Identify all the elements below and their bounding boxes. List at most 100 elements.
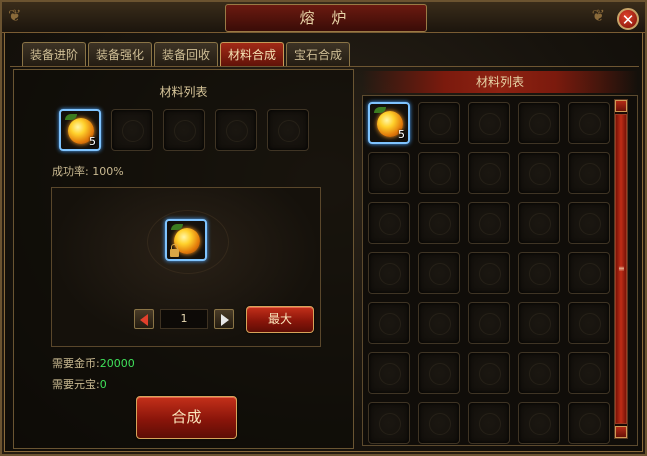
slot-ornament-icon xyxy=(379,263,401,285)
inventory-slot[interactable] xyxy=(568,402,610,444)
window-title: 熔 炉 xyxy=(225,4,427,32)
slot-ornament-icon xyxy=(529,213,551,235)
combine-button[interactable]: 合成 xyxy=(136,396,237,439)
inventory-slot[interactable] xyxy=(568,202,610,244)
inventory-slot[interactable] xyxy=(418,152,460,194)
slot-ornament-icon xyxy=(429,263,451,285)
inventory-slot[interactable] xyxy=(368,202,410,244)
inventory-slot[interactable] xyxy=(518,352,560,394)
slot-ornament-icon xyxy=(174,120,196,142)
inventory-slot[interactable] xyxy=(368,152,410,194)
inventory-slot[interactable] xyxy=(418,102,460,144)
result-slot[interactable] xyxy=(165,219,207,261)
scroll-down-button[interactable] xyxy=(615,426,627,438)
slot-ornament-icon xyxy=(579,263,601,285)
slot-ornament-icon xyxy=(429,213,451,235)
inventory-slot[interactable] xyxy=(518,202,560,244)
material-slot-2[interactable] xyxy=(111,109,153,151)
synthesis-panel: 材料列表 5 成功率: 100% 1 最大 需要金币:20000 需要元宝:0 … xyxy=(13,69,354,449)
inventory-grid: 5 xyxy=(362,95,638,446)
slot-ornament-icon xyxy=(479,413,501,435)
material-slot-3[interactable] xyxy=(163,109,205,151)
tab-material-synthesis[interactable]: 材料合成 xyxy=(220,42,284,67)
inventory-slot[interactable] xyxy=(418,302,460,344)
tab-gem-synthesis[interactable]: 宝石合成 xyxy=(286,42,350,67)
tab-equip-recycle[interactable]: 装备回收 xyxy=(154,42,218,67)
inventory-slot[interactable] xyxy=(418,202,460,244)
arrow-right-icon xyxy=(221,314,229,326)
inventory-slot[interactable] xyxy=(468,302,510,344)
slot-ornament-icon xyxy=(579,363,601,385)
close-icon: ✕ xyxy=(621,11,635,29)
title-bar[interactable]: ❦ 熔 炉 ❦ xyxy=(2,2,645,33)
title-ornament-right-icon: ❦ xyxy=(591,6,605,25)
gold-required: 需要金币:20000 xyxy=(52,355,135,371)
inventory-slot[interactable] xyxy=(468,152,510,194)
inventory-slot[interactable] xyxy=(568,252,610,294)
inventory-slot[interactable] xyxy=(468,102,510,144)
scroll-up-button[interactable] xyxy=(615,100,627,112)
inventory-slot[interactable] xyxy=(518,302,560,344)
slot-ornament-icon xyxy=(429,113,451,135)
inventory-slot[interactable] xyxy=(568,352,610,394)
item-count: 5 xyxy=(398,128,405,141)
slot-ornament-icon xyxy=(122,120,144,142)
inventory-slot[interactable] xyxy=(468,202,510,244)
quantity-input[interactable]: 1 xyxy=(160,309,208,329)
item-count: 5 xyxy=(89,135,96,148)
slot-ornament-icon xyxy=(429,413,451,435)
slot-ornament-icon xyxy=(379,313,401,335)
slot-ornament-icon xyxy=(479,213,501,235)
inventory-slot[interactable] xyxy=(418,402,460,444)
inventory-slot[interactable] xyxy=(418,352,460,394)
material-slot-4[interactable] xyxy=(215,109,257,151)
quantity-decrease-button[interactable] xyxy=(134,309,154,329)
inventory-slot[interactable] xyxy=(568,152,610,194)
max-button[interactable]: 最大 xyxy=(246,306,314,333)
scroll-thumb[interactable]: ≡ xyxy=(615,114,627,424)
tab-equip-enhance[interactable]: 装备强化 xyxy=(88,42,152,67)
slot-ornament-icon xyxy=(226,120,248,142)
inventory-slot[interactable] xyxy=(568,302,610,344)
slot-ornament-icon xyxy=(579,213,601,235)
slot-ornament-icon xyxy=(529,163,551,185)
tab-divider xyxy=(10,66,639,67)
inventory-slot[interactable] xyxy=(468,352,510,394)
slot-ornament-icon xyxy=(529,313,551,335)
slot-ornament-icon xyxy=(579,163,601,185)
slot-ornament-icon xyxy=(529,363,551,385)
inventory-slot[interactable] xyxy=(518,152,560,194)
inventory-slot[interactable] xyxy=(468,252,510,294)
gold-value: 20000 xyxy=(99,357,135,370)
slot-ornament-icon xyxy=(429,313,451,335)
quantity-increase-button[interactable] xyxy=(214,309,234,329)
inventory-slot[interactable] xyxy=(418,252,460,294)
slot-ornament-icon xyxy=(479,313,501,335)
gold-label: 需要金币: xyxy=(52,357,100,370)
inventory-slot[interactable] xyxy=(518,252,560,294)
inventory-slot[interactable]: 5 xyxy=(368,102,410,144)
tab-equip-advance[interactable]: 装备进阶 xyxy=(22,42,86,67)
arrow-left-icon xyxy=(140,314,148,326)
yuanbao-value: 0 xyxy=(99,378,107,391)
slot-ornament-icon xyxy=(379,363,401,385)
lock-icon xyxy=(170,244,179,257)
slot-ornament-icon xyxy=(579,313,601,335)
success-rate-label: 成功率: 100% xyxy=(52,165,124,178)
slot-ornament-icon xyxy=(479,113,501,135)
inventory-slot[interactable] xyxy=(368,252,410,294)
close-button[interactable]: ✕ xyxy=(617,8,639,30)
material-slot-1[interactable]: 5 xyxy=(59,109,101,151)
inventory-slot[interactable] xyxy=(468,402,510,444)
inventory-panel: 材料列表 5 xyxy=(362,69,640,446)
inventory-slot[interactable] xyxy=(518,102,560,144)
slot-ornament-icon xyxy=(429,163,451,185)
inventory-slot[interactable] xyxy=(368,352,410,394)
inventory-slot[interactable] xyxy=(518,402,560,444)
inventory-slot[interactable] xyxy=(368,302,410,344)
yuanbao-required: 需要元宝:0 xyxy=(52,376,107,392)
inventory-scrollbar[interactable]: ≡ xyxy=(614,99,628,439)
inventory-slot[interactable] xyxy=(368,402,410,444)
inventory-slot[interactable] xyxy=(568,102,610,144)
material-slot-5[interactable] xyxy=(267,109,309,151)
